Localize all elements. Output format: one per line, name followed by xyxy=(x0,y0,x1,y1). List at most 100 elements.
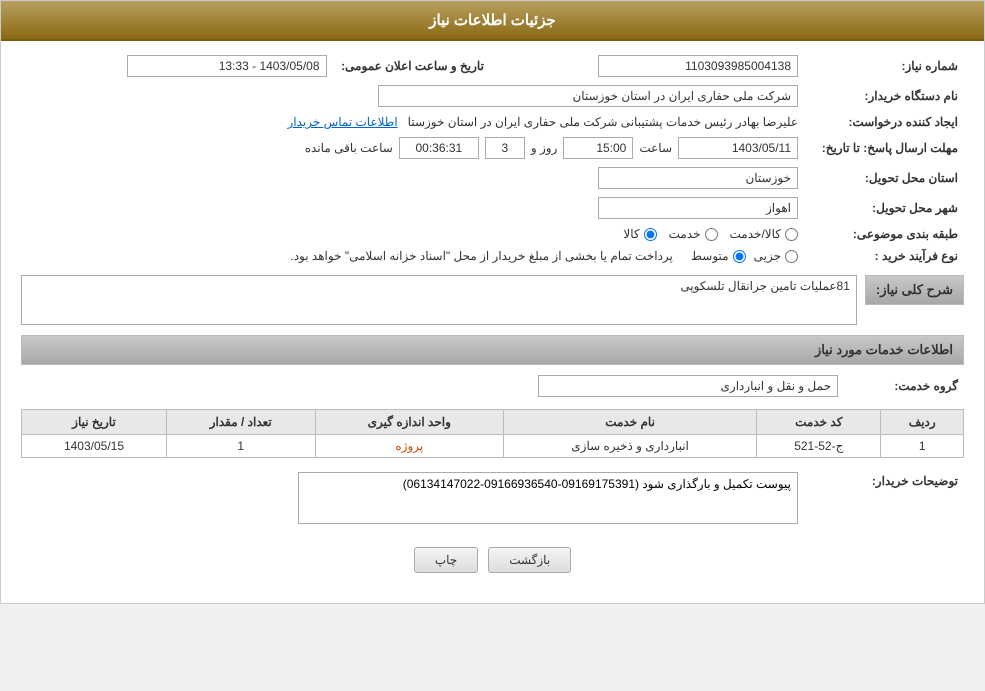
category-radio-kala-khadamat[interactable] xyxy=(785,228,798,241)
buyer-org-value: شرکت ملی حفاری ایران در استان خوزستان xyxy=(21,81,804,111)
purchase-type-option-jozi: جزیی xyxy=(754,249,798,263)
services-info-label: اطلاعات خدمات مورد نیاز xyxy=(815,342,953,357)
announcement-field: 1403/05/08 - 13:33 xyxy=(127,55,327,77)
purchase-type-radio-jozi[interactable] xyxy=(785,250,798,263)
col-header-qty: تعداد / مقدار xyxy=(166,410,315,435)
category-option-kala-khadamat: کالا/خدمت xyxy=(730,227,798,241)
city-row: شهر محل تحویل: اهواز xyxy=(21,193,964,223)
row-number-1: 1 xyxy=(881,435,964,458)
basic-info-table: شماره نیاز: 1103093985004138 تاریخ و ساع… xyxy=(21,51,964,267)
service-group-field: حمل و نقل و انبارداری xyxy=(538,375,838,397)
deadline-days-field: 3 xyxy=(485,137,525,159)
back-button[interactable]: بازگشت xyxy=(488,547,571,573)
general-desc-section: شرح کلی نیاز: 81عملیات تامین جرانقال تلس… xyxy=(21,275,964,325)
general-desc-label: شرح کلی نیاز: xyxy=(876,282,953,297)
col-header-code: کد خدمت xyxy=(757,410,881,435)
category-radio-khadamat[interactable] xyxy=(705,228,718,241)
purchase-type-radio-mottavaset[interactable] xyxy=(733,250,746,263)
deadline-label: مهلت ارسال پاسخ: تا تاریخ: xyxy=(804,133,964,163)
col-header-row: ردیف xyxy=(881,410,964,435)
services-table: ردیف کد خدمت نام خدمت واحد اندازه گیری ت… xyxy=(21,409,964,458)
service-group-label: گروه خدمت: xyxy=(844,371,964,401)
services-info-header: اطلاعات خدمات مورد نیاز xyxy=(21,335,964,365)
deadline-time-label: ساعت xyxy=(639,141,672,155)
main-content: شماره نیاز: 1103093985004138 تاریخ و ساع… xyxy=(1,41,984,583)
buyer-desc-row: توضیحات خریدار: document.querySelector('… xyxy=(21,468,964,531)
purchase-type-label: نوع فرآیند خرید : xyxy=(804,245,964,267)
province-label: استان محل تحویل: xyxy=(804,163,964,193)
buyer-org-field: شرکت ملی حفاری ایران در استان خوزستان xyxy=(378,85,798,107)
deadline-remaining-field: 00:36:31 xyxy=(399,137,479,159)
deadline-inputs: 1403/05/11 ساعت 15:00 روز و 3 00:36:31 س… xyxy=(27,137,798,159)
services-table-header-row: ردیف کد خدمت نام خدمت واحد اندازه گیری ت… xyxy=(22,410,964,435)
deadline-row: مهلت ارسال پاسخ: تا تاریخ: 1403/05/11 سا… xyxy=(21,133,964,163)
category-row: طبقه بندی موضوعی: کالا/خدمت خدمت xyxy=(21,223,964,245)
requester-text: علیرضا بهادر رئیس خدمات پشتیبانی شرکت مل… xyxy=(408,115,798,129)
services-table-section: ردیف کد خدمت نام خدمت واحد اندازه گیری ت… xyxy=(21,409,964,458)
general-desc-value-wrapper: 81عملیات تامین جرانقال تلسکوپی xyxy=(21,275,857,325)
buyer-desc-value: document.querySelector('[data-name="buye… xyxy=(21,468,804,531)
row-name-1: انبارداری و ذخیره سازی xyxy=(504,435,757,458)
buyer-desc-label: توضیحات خریدار: xyxy=(804,468,964,531)
services-table-head: ردیف کد خدمت نام خدمت واحد اندازه گیری ت… xyxy=(22,410,964,435)
page-wrapper: جزئیات اطلاعات نیاز شماره نیاز: 11030939… xyxy=(0,0,985,604)
print-button[interactable]: چاپ xyxy=(414,547,478,573)
deadline-days-label: روز و xyxy=(531,141,558,155)
requester-row: ایجاد کننده درخواست: علیرضا بهادر رئیس خ… xyxy=(21,111,964,133)
services-table-body: 1 ج-52-521 انبارداری و ذخیره سازی پروژه … xyxy=(22,435,964,458)
need-number-row: شماره نیاز: 1103093985004138 تاریخ و ساع… xyxy=(21,51,964,81)
contact-link[interactable]: اطلاعات تماس خریدار xyxy=(287,115,397,129)
page-title: جزئیات اطلاعات نیاز xyxy=(429,12,556,29)
category-label: طبقه بندی موضوعی: xyxy=(804,223,964,245)
need-number-value: 1103093985004138 xyxy=(493,51,805,81)
row-unit-1: پروژه xyxy=(315,435,503,458)
announcement-label: تاریخ و ساعت اعلان عمومی: xyxy=(333,51,493,81)
buyer-desc-table: توضیحات خریدار: document.querySelector('… xyxy=(21,468,964,531)
category-label-kala: کالا xyxy=(623,227,639,241)
category-radio-group: کالا/خدمت خدمت کالا xyxy=(27,227,798,241)
service-group-value: حمل و نقل و انبارداری xyxy=(21,371,844,401)
buyer-org-row: نام دستگاه خریدار: شرکت ملی حفاری ایران … xyxy=(21,81,964,111)
city-value: اهواز xyxy=(21,193,804,223)
purchase-type-label-mottavaset: متوسط xyxy=(691,249,729,263)
purchase-type-label-jozi: جزیی xyxy=(754,249,781,263)
category-radio-kala[interactable] xyxy=(644,228,657,241)
deadline-value: 1403/05/11 ساعت 15:00 روز و 3 00:36:31 س… xyxy=(21,133,804,163)
category-option-khadamat: خدمت xyxy=(669,227,718,241)
deadline-date-field: 1403/05/11 xyxy=(678,137,798,159)
buyer-desc-field[interactable] xyxy=(298,472,798,524)
province-row: استان محل تحویل: خوزستان xyxy=(21,163,964,193)
purchase-type-options: جزیی متوسط پرداخت تمام یا بخشی از مبلغ خ… xyxy=(27,249,798,263)
buttons-row: بازگشت چاپ xyxy=(21,547,964,573)
general-desc-field: 81عملیات تامین جرانقال تلسکوپی xyxy=(21,275,857,325)
purchase-type-option-mottavaset: متوسط xyxy=(691,249,746,263)
row-qty-1: 1 xyxy=(166,435,315,458)
service-group-table: گروه خدمت: حمل و نقل و انبارداری xyxy=(21,371,964,401)
need-number-field: 1103093985004138 xyxy=(598,55,798,77)
deadline-remaining-label: ساعت باقی مانده xyxy=(305,141,393,155)
province-field: خوزستان xyxy=(598,167,798,189)
general-desc-section-header: شرح کلی نیاز: xyxy=(865,275,964,305)
row-code-1: ج-52-521 xyxy=(757,435,881,458)
purchase-type-value: جزیی متوسط پرداخت تمام یا بخشی از مبلغ خ… xyxy=(21,245,804,267)
announcement-value: 1403/05/08 - 13:33 xyxy=(21,51,333,81)
col-header-unit: واحد اندازه گیری xyxy=(315,410,503,435)
category-option-kala: کالا xyxy=(623,227,656,241)
purchase-type-note: پرداخت تمام یا بخشی از مبلغ خریدار از مح… xyxy=(290,249,673,263)
page-header: جزئیات اطلاعات نیاز xyxy=(1,1,984,41)
service-group-row: گروه خدمت: حمل و نقل و انبارداری xyxy=(21,371,964,401)
col-header-date: تاریخ نیاز xyxy=(22,410,167,435)
deadline-time-field: 15:00 xyxy=(563,137,633,159)
city-label: شهر محل تحویل: xyxy=(804,193,964,223)
table-row: 1 ج-52-521 انبارداری و ذخیره سازی پروژه … xyxy=(22,435,964,458)
requester-label: ایجاد کننده درخواست: xyxy=(804,111,964,133)
row-unit-link-1[interactable]: پروژه xyxy=(395,439,423,453)
buyer-org-label: نام دستگاه خریدار: xyxy=(804,81,964,111)
need-number-label: شماره نیاز: xyxy=(804,51,964,81)
row-date-1: 1403/05/15 xyxy=(22,435,167,458)
city-field: اهواز xyxy=(598,197,798,219)
category-options: کالا/خدمت خدمت کالا xyxy=(21,223,804,245)
category-label-khadamat: خدمت xyxy=(669,227,701,241)
province-value: خوزستان xyxy=(21,163,804,193)
purchase-type-row: نوع فرآیند خرید : جزیی متوسط پرداخت تمام… xyxy=(21,245,964,267)
